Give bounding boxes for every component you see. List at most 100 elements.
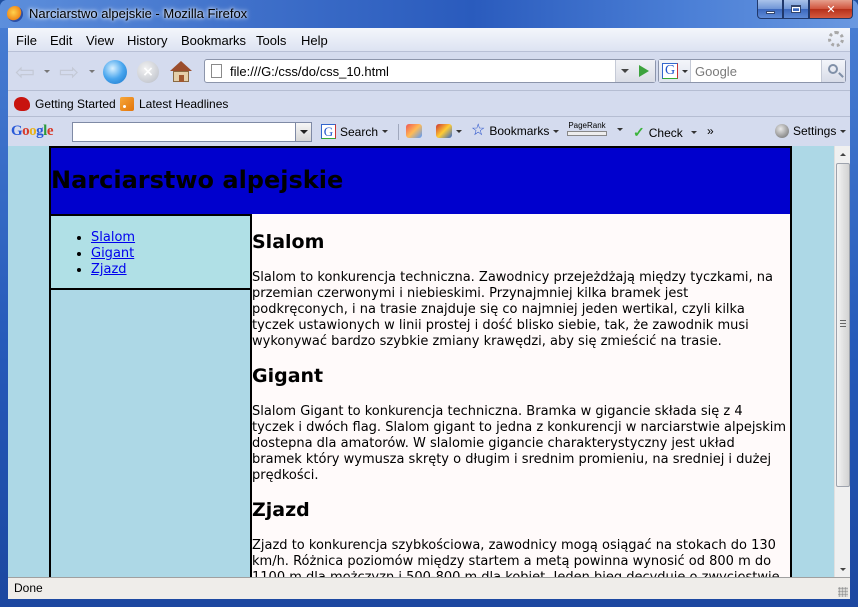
bookmark-label: Getting Started <box>35 97 116 111</box>
home-icon <box>170 61 192 83</box>
bookmarks-label: Bookmarks <box>489 124 550 138</box>
go-button[interactable] <box>633 60 655 82</box>
url-input[interactable]: file:///G:/css/do/css_10.html <box>230 64 389 79</box>
stop-icon: × <box>137 61 159 83</box>
navigation-toolbar: ⇦ ⇨ × file:///G:/css/do/css_10.html G Go… <box>8 53 850 91</box>
menu-file[interactable]: File <box>16 33 37 48</box>
section-text-slalom: Slalom to konkurencja techniczna. Zawodn… <box>252 270 774 349</box>
gadgets-button[interactable] <box>436 124 462 138</box>
menu-edit[interactable]: Edit <box>50 33 72 48</box>
spellcheck-button[interactable]: ✓ Check <box>633 124 697 141</box>
forward-history-dropdown[interactable] <box>89 70 95 73</box>
news-icon <box>406 124 422 138</box>
settings-icon <box>775 124 789 138</box>
scrollbar-thumb[interactable] <box>836 163 850 487</box>
chevron-down-icon <box>682 70 688 73</box>
bookmark-latest-headlines[interactable]: Latest Headlines <box>120 97 228 111</box>
chevron-down-icon <box>840 129 847 133</box>
firefox-bookmark-icon <box>14 97 30 111</box>
nav-item: Slalom <box>91 230 135 246</box>
browser-window: Narciarstwo alpejskie - Mozilla Firefox … <box>0 0 858 607</box>
gadgets-icon <box>436 124 452 138</box>
maximize-button[interactable] <box>783 0 809 19</box>
news-button[interactable] <box>406 124 422 138</box>
settings-label: Settings <box>793 124 837 138</box>
close-icon: ✕ <box>826 2 836 16</box>
url-history-dropdown[interactable] <box>615 60 633 82</box>
page-viewport: Narciarstwo alpejskie Slalom Gigant Zjaz… <box>8 146 834 577</box>
page-header: Narciarstwo alpejskie <box>49 146 792 216</box>
pagerank-label: PageRank <box>568 121 606 130</box>
address-bar[interactable]: file:///G:/css/do/css_10.html <box>204 59 656 83</box>
section-text-gigant: Slalom Gigant to konkurencja techniczna.… <box>252 404 787 483</box>
vertical-scrollbar[interactable] <box>834 146 850 577</box>
section-heading-zjazd: Zjazd <box>252 499 310 521</box>
search-button[interactable] <box>821 60 845 82</box>
chevron-down-icon <box>382 130 389 133</box>
menu-view[interactable]: View <box>86 33 114 48</box>
status-text: Done <box>14 581 43 595</box>
menu-bookmarks[interactable]: Bookmarks <box>181 33 246 48</box>
minimize-button[interactable] <box>757 0 783 19</box>
nav-item: Gigant <box>91 246 135 262</box>
chevron-down-icon <box>690 131 697 134</box>
grip-icon <box>840 320 846 327</box>
google-logo: Google <box>11 123 54 139</box>
page-icon <box>211 64 222 78</box>
bookmark-label: Latest Headlines <box>139 97 229 111</box>
check-label: Check <box>648 125 683 140</box>
search-engine-selector[interactable]: G <box>659 60 691 82</box>
throbber-icon <box>828 31 844 47</box>
chevron-down-icon <box>456 129 462 133</box>
google-bookmarks-button[interactable]: ☆ Bookmarks <box>471 123 560 139</box>
nav-link-zjazd[interactable]: Zjazd <box>91 262 127 277</box>
nav-link-slalom[interactable]: Slalom <box>91 230 135 245</box>
nav-item: Zjazd <box>91 262 135 278</box>
nav-link-gigant[interactable]: Gigant <box>91 246 134 261</box>
stop-button[interactable]: × <box>135 60 161 84</box>
spellcheck-icon: ✓ <box>633 124 645 140</box>
magnifier-icon <box>828 64 838 74</box>
google-g-icon: G <box>321 124 336 139</box>
reload-icon <box>103 60 127 84</box>
bookmark-getting-started[interactable]: Getting Started <box>14 97 116 111</box>
google-engine-icon: G <box>662 63 678 79</box>
page-title: Narciarstwo alpejskie <box>51 166 344 194</box>
section-text-zjazd: Zjazd to konkurencja szybkościowa, zawod… <box>252 538 784 577</box>
settings-button[interactable]: Settings <box>775 124 847 138</box>
pagerank-indicator[interactable]: PageRank <box>567 122 623 136</box>
menu-help[interactable]: Help <box>301 33 328 48</box>
side-navigation: Slalom Gigant Zjazd <box>49 214 252 290</box>
google-search-button[interactable]: G Search <box>321 124 389 139</box>
back-history-dropdown[interactable] <box>44 70 50 73</box>
google-search-input[interactable] <box>72 122 312 142</box>
scroll-down-button[interactable] <box>835 561 851 577</box>
search-input[interactable]: Google <box>695 64 737 79</box>
pagerank-bar <box>567 131 607 136</box>
section-heading-gigant: Gigant <box>252 365 324 387</box>
reload-button[interactable] <box>102 60 128 84</box>
google-search-history-dropdown[interactable] <box>295 123 311 141</box>
google-toolbar: Google G Search ☆ Bookmarks PageRank ✓ C… <box>8 118 850 146</box>
nav-list: Slalom Gigant Zjazd <box>91 230 135 278</box>
section-heading-slalom: Slalom <box>252 231 325 253</box>
more-tools-button[interactable]: » <box>707 124 714 138</box>
search-label: Search <box>340 124 379 139</box>
home-button[interactable] <box>168 60 194 84</box>
title-bar[interactable]: Narciarstwo alpejskie - Mozilla Firefox … <box>0 0 858 28</box>
back-arrow-icon: ⇦ <box>14 58 36 86</box>
resize-grip-icon[interactable] <box>838 587 848 597</box>
menu-tools[interactable]: Tools <box>256 33 286 48</box>
window-title: Narciarstwo alpejskie - Mozilla Firefox <box>29 6 248 21</box>
menu-history[interactable]: History <box>127 33 167 48</box>
forward-button[interactable]: ⇨ <box>56 60 82 84</box>
bookmarks-toolbar: Getting Started Latest Headlines <box>8 92 850 117</box>
scroll-up-button[interactable] <box>835 146 851 162</box>
menu-bar: File Edit View History Bookmarks Tools H… <box>8 28 850 52</box>
firefox-logo-icon <box>7 6 23 22</box>
main-content: Slalom Slalom to konkurencja techniczna.… <box>250 214 792 577</box>
browser-chrome: File Edit View History Bookmarks Tools H… <box>8 28 850 146</box>
close-button[interactable]: ✕ <box>809 0 853 19</box>
back-button[interactable]: ⇦ <box>12 60 38 84</box>
search-bar[interactable]: G Google <box>658 59 846 83</box>
